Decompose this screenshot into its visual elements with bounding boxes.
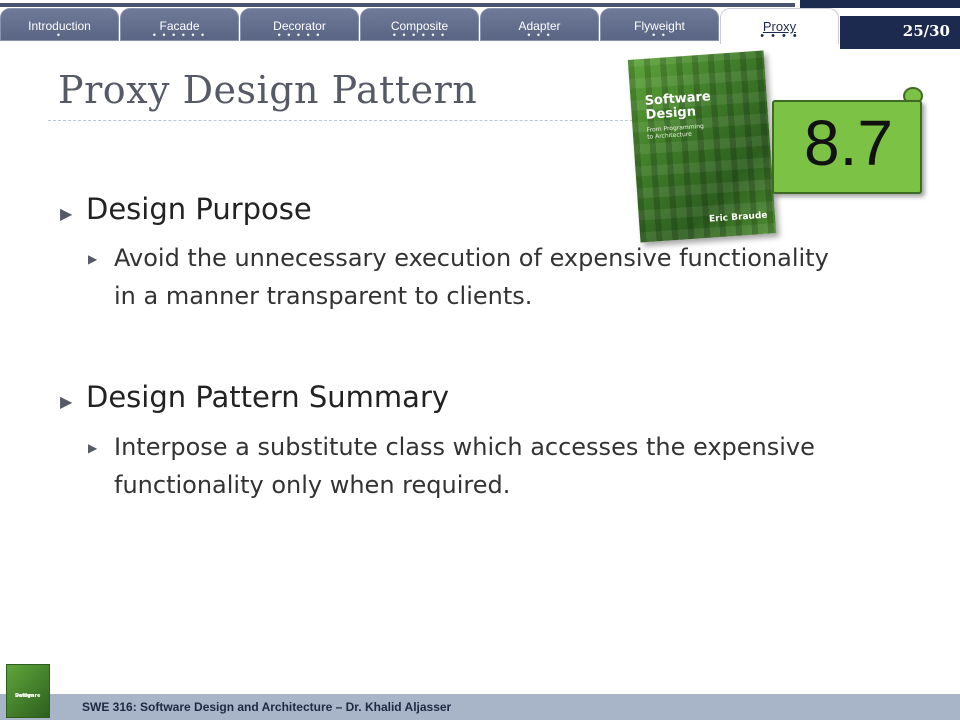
book-title: Software Design bbox=[644, 89, 712, 123]
tab-progress-dots: • • • • • • bbox=[392, 30, 447, 40]
tab-introduction[interactable]: Introduction • bbox=[0, 8, 119, 41]
bullet-heading: Design Pattern Summary bbox=[86, 380, 450, 414]
book-cover-image: Software Design From Programming to Arch… bbox=[627, 50, 777, 243]
tab-decorator[interactable]: Decorator • • • • • bbox=[240, 8, 359, 41]
section-number-badge: 8.7 bbox=[772, 100, 922, 194]
tab-flyweight[interactable]: Flyweight • • bbox=[600, 8, 719, 41]
bullet-arrow-icon: ▶ bbox=[60, 204, 73, 223]
bullet-text-line: in a manner transparent to clients. bbox=[114, 282, 533, 310]
tab-progress-dots: • • • • • • bbox=[152, 30, 207, 40]
section-nav-bar: Introduction • Facade • • • • • • Decora… bbox=[0, 8, 960, 49]
title-divider bbox=[48, 120, 638, 121]
sub-bullet-arrow-icon: ▶ bbox=[88, 252, 98, 266]
footer-thumb-line: Design bbox=[15, 693, 35, 699]
top-border-line bbox=[0, 0, 960, 8]
tab-progress-dots: • • bbox=[652, 30, 667, 40]
tab-progress-dots: • • • bbox=[527, 30, 552, 40]
bullet-text: Interpose a substitute class which acces… bbox=[114, 428, 815, 504]
bullet-text-line: Interpose a substitute class which acces… bbox=[114, 433, 815, 461]
tab-adapter[interactable]: Adapter • • • bbox=[480, 8, 599, 41]
tab-facade[interactable]: Facade • • • • • • bbox=[120, 8, 239, 41]
slide-title: Proxy Design Pattern bbox=[58, 68, 478, 112]
tab-progress-dots: • • • • bbox=[760, 30, 799, 42]
page-number: 25/30 bbox=[902, 22, 950, 40]
bullet-heading: Design Purpose bbox=[86, 192, 312, 226]
bullet-text-line: Avoid the unnecessary execution of expen… bbox=[114, 244, 829, 272]
sub-bullet-arrow-icon: ▶ bbox=[88, 441, 98, 455]
bullet-text-line: functionality only when required. bbox=[114, 471, 511, 499]
section-number: 8.7 bbox=[804, 107, 893, 179]
footer-book-thumbnail: Software Design bbox=[6, 664, 50, 718]
tab-progress-dots: • • • • • bbox=[277, 30, 322, 40]
tab-progress-dots: • bbox=[56, 30, 63, 40]
page-indicator: 25/30 bbox=[840, 16, 960, 49]
footer-text: SWE 316: Software Design and Architectur… bbox=[82, 700, 452, 714]
tab-composite[interactable]: Composite • • • • • • bbox=[360, 8, 479, 41]
tab-proxy[interactable]: Proxy • • • • bbox=[720, 8, 839, 44]
footer-bar: SWE 316: Software Design and Architectur… bbox=[0, 694, 960, 720]
bullet-text: Avoid the unnecessary execution of expen… bbox=[114, 239, 829, 315]
bullet-arrow-icon: ▶ bbox=[60, 392, 73, 411]
